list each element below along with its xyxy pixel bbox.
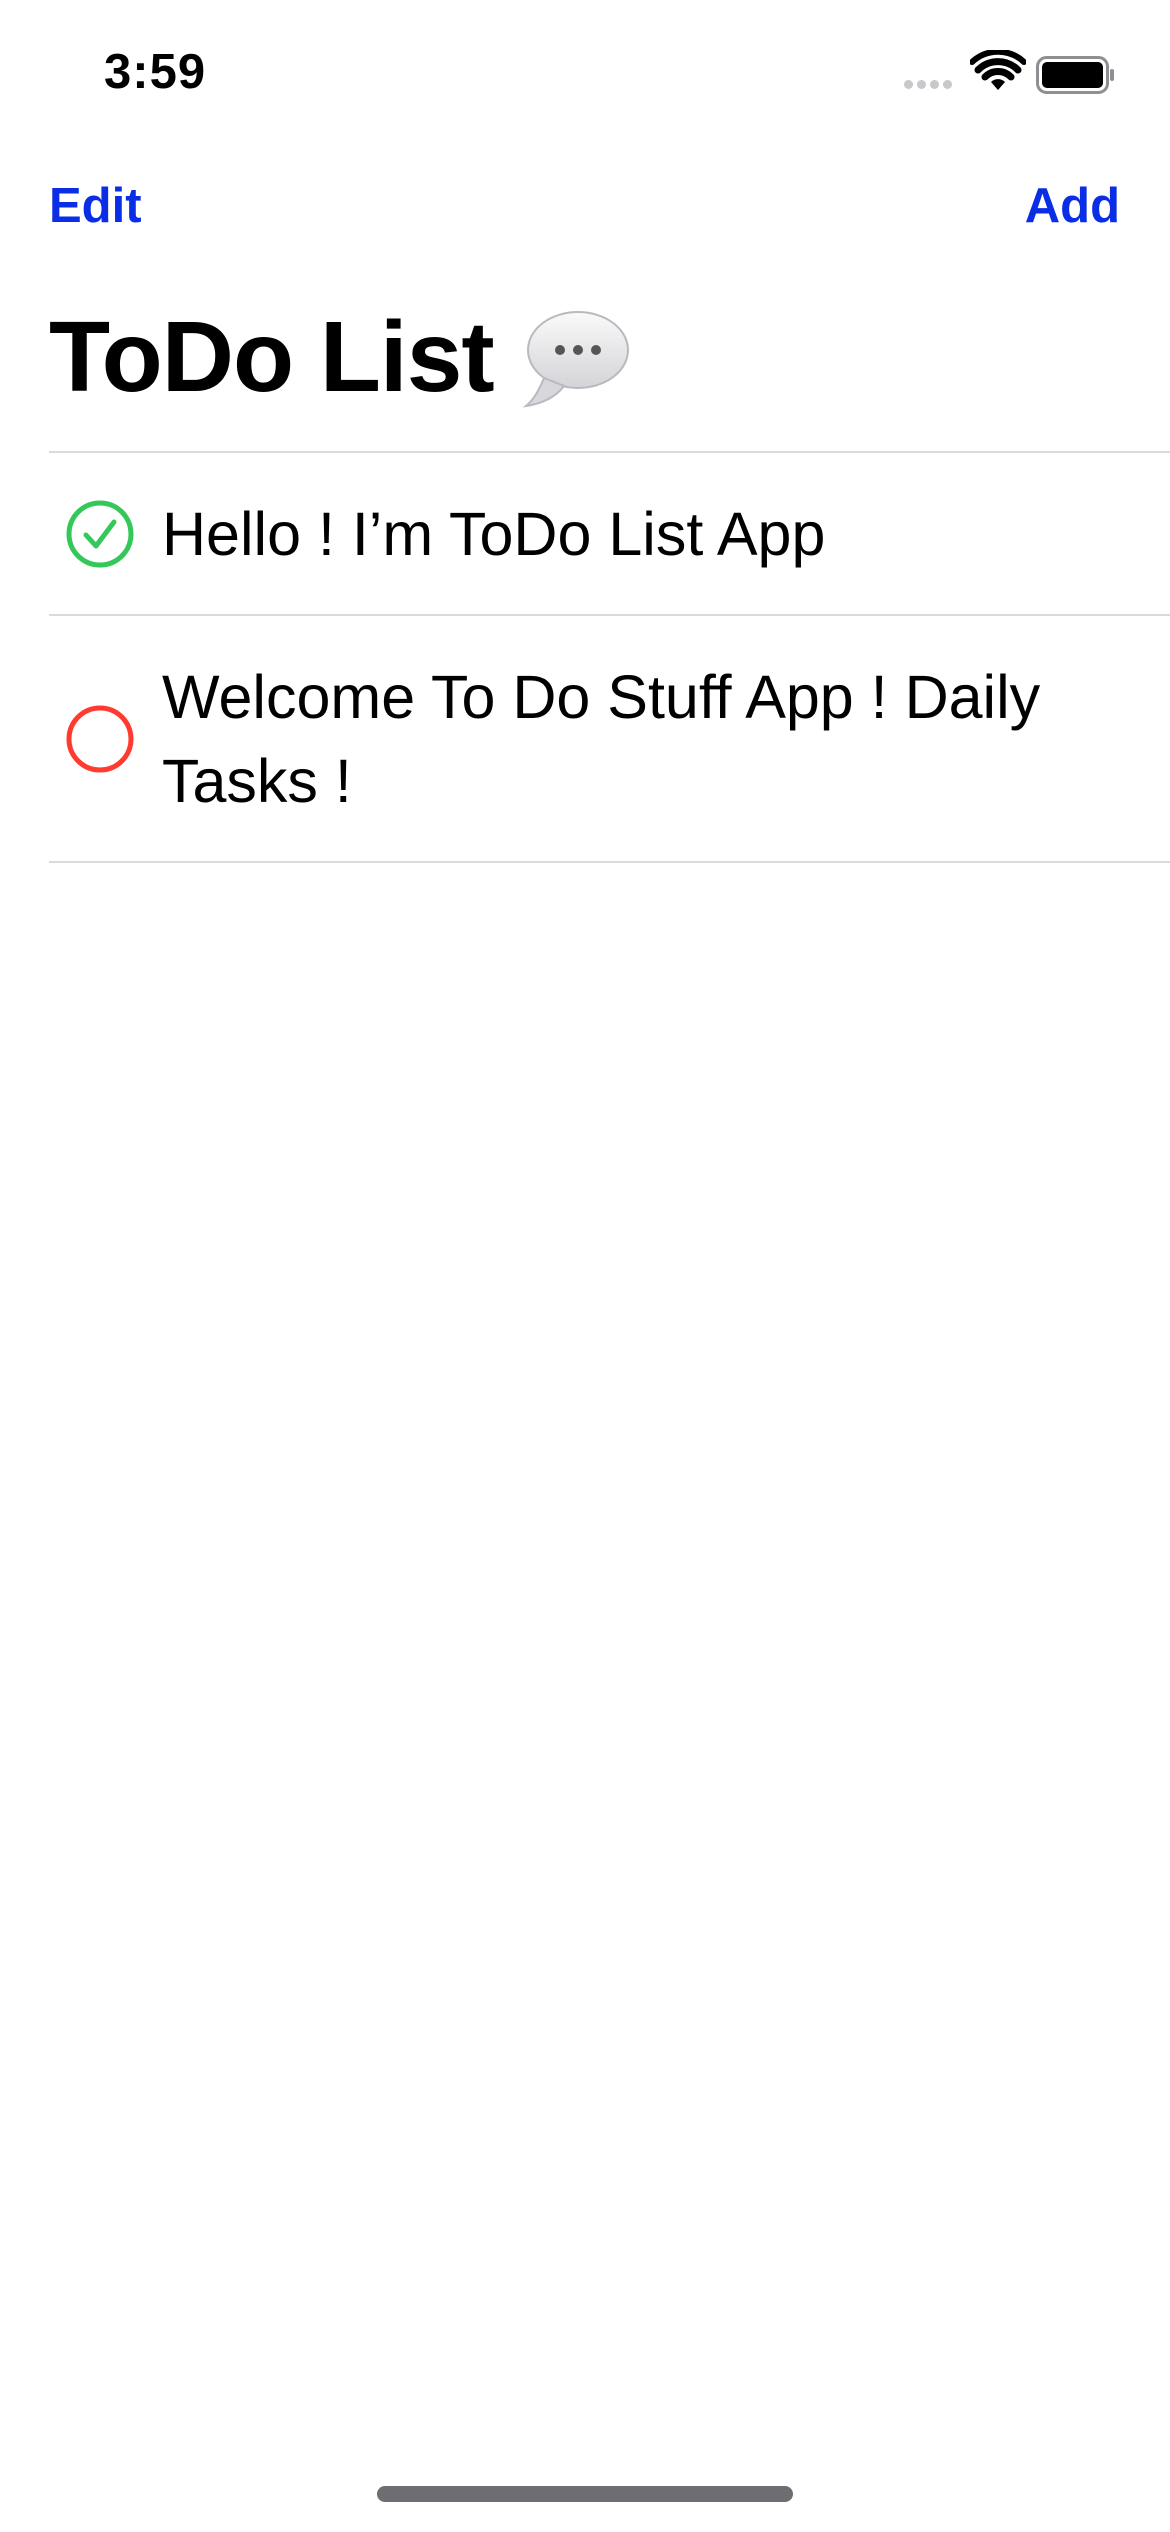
todo-item-text: Welcome To Do Stuff App ! Daily Tasks ! (162, 662, 1041, 815)
edit-button[interactable]: Edit (49, 178, 142, 234)
navigation-bar: Edit Add (0, 170, 1170, 250)
checkmark-circle-icon[interactable] (64, 498, 136, 570)
wifi-icon (970, 50, 1026, 90)
divider (49, 861, 1170, 863)
battery-icon (1036, 56, 1114, 94)
cellular-signal-icon (904, 80, 952, 89)
add-button[interactable]: Add (1025, 178, 1120, 234)
todo-list: Hello ! I’m ToDo List App Welcome To Do … (49, 451, 1170, 863)
todo-item-text: Hello ! I’m ToDo List App (162, 499, 826, 568)
status-bar: 3:59 (0, 0, 1170, 150)
page-title: ToDo List (49, 300, 630, 415)
status-time: 3:59 (104, 45, 207, 99)
page-title-text: ToDo List (49, 301, 495, 413)
empty-circle-icon[interactable] (64, 703, 136, 775)
todo-item[interactable]: Hello ! I’m ToDo List App (49, 453, 1170, 614)
home-indicator[interactable] (377, 2486, 793, 2502)
todo-item[interactable]: Welcome To Do Stuff App ! Daily Tasks ! (49, 616, 1170, 861)
speech-bubble-icon (522, 310, 629, 408)
